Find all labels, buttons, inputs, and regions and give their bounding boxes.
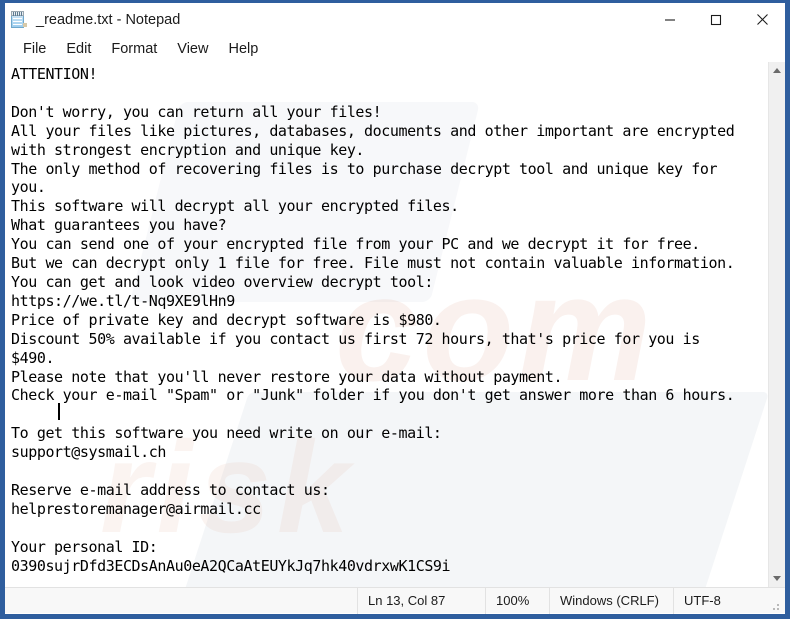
- status-line-column[interactable]: Ln 13, Col 87: [357, 587, 485, 614]
- menu-item-file[interactable]: File: [13, 39, 56, 59]
- vertical-scrollbar[interactable]: [768, 62, 785, 587]
- editor-area: com risk ATTENTION! Don't worry, you can…: [5, 62, 785, 587]
- text-editor[interactable]: com risk ATTENTION! Don't worry, you can…: [5, 62, 768, 587]
- document-text: ATTENTION! Don't worry, you can return a…: [11, 65, 735, 575]
- menu-item-edit[interactable]: Edit: [56, 39, 101, 59]
- window-controls: [647, 3, 785, 36]
- notepad-icon: [10, 10, 27, 29]
- minimize-icon: [665, 18, 675, 21]
- resize-grip-icon[interactable]: [769, 588, 783, 614]
- menu-item-view[interactable]: View: [167, 39, 218, 59]
- scroll-up-arrow-icon: [773, 68, 781, 73]
- title-bar: _readme.txt - Notepad: [5, 3, 785, 36]
- close-button[interactable]: [739, 3, 785, 36]
- maximize-icon: [710, 14, 722, 25]
- menu-bar: File Edit Format View Help: [5, 36, 785, 62]
- scroll-up-button[interactable]: [769, 62, 785, 79]
- scroll-down-button[interactable]: [769, 570, 785, 587]
- menu-item-help[interactable]: Help: [218, 39, 268, 59]
- status-bar: Ln 13, Col 87 100% Windows (CRLF) UTF-8: [5, 587, 785, 614]
- notepad-window: _readme.txt - Notepad File Edit Format V…: [0, 0, 790, 619]
- window-title: _readme.txt - Notepad: [36, 11, 181, 28]
- status-encoding[interactable]: UTF-8: [673, 587, 769, 614]
- status-line-ending[interactable]: Windows (CRLF): [549, 587, 673, 614]
- minimize-button[interactable]: [647, 3, 693, 36]
- title-bar-left: _readme.txt - Notepad: [5, 10, 647, 29]
- maximize-button[interactable]: [693, 3, 739, 36]
- menu-item-format[interactable]: Format: [101, 39, 167, 59]
- scroll-down-arrow-icon: [773, 576, 781, 581]
- close-icon: [756, 14, 768, 25]
- scrollbar-thumb[interactable]: [769, 79, 785, 559]
- text-caret: [58, 403, 60, 420]
- status-zoom-level[interactable]: 100%: [485, 587, 549, 614]
